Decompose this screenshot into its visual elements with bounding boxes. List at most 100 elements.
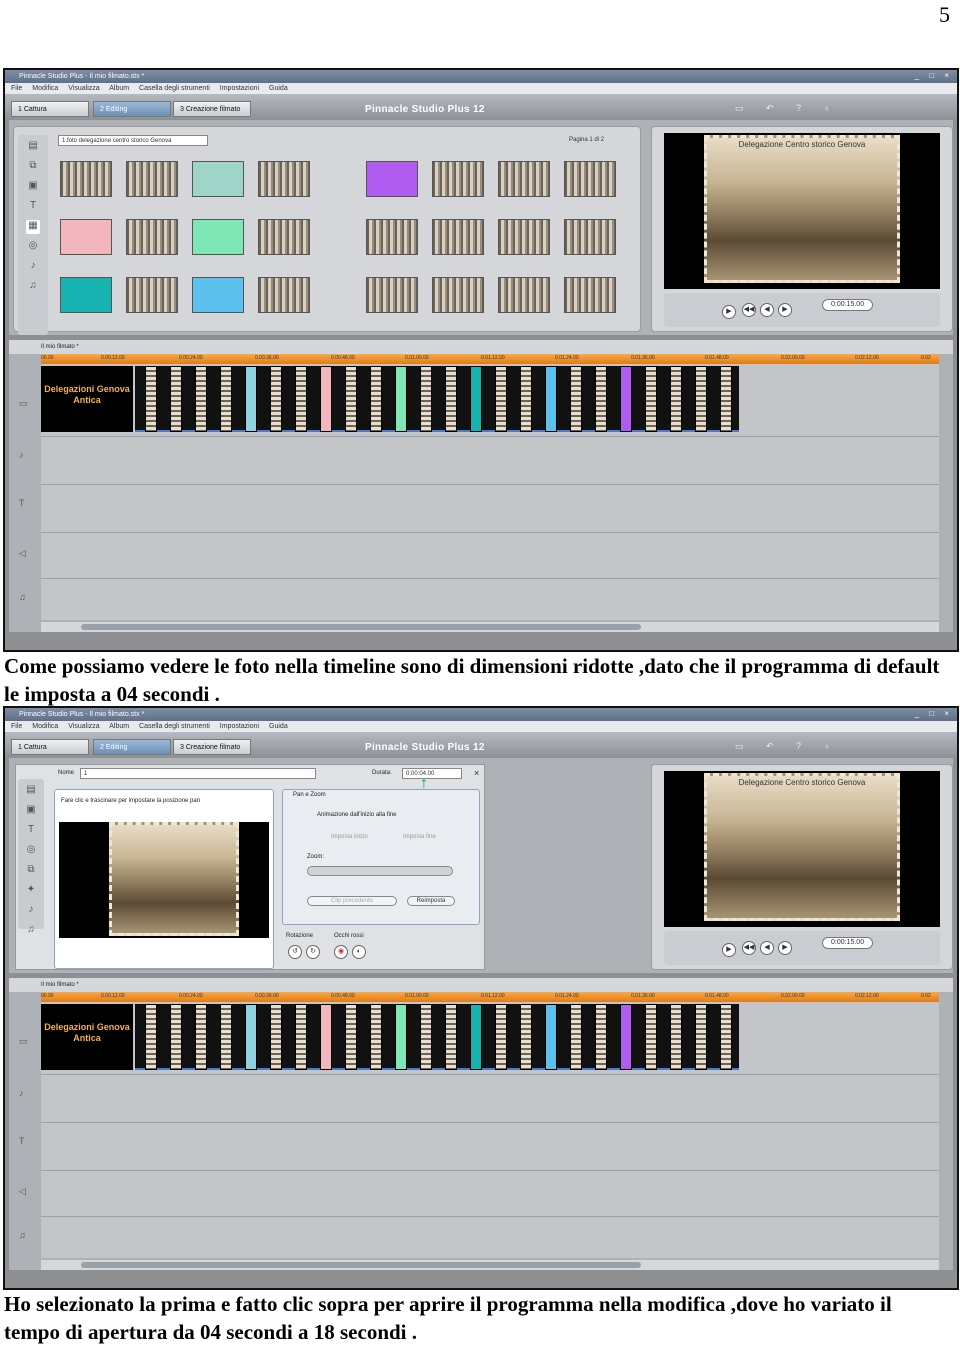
rewind-icon[interactable]: ◀◀ [742,303,756,317]
album-thumb[interactable] [60,161,112,197]
transition-icon[interactable]: ⧉ [26,160,40,174]
timecode-display[interactable]: 0:00:15.00 [822,299,874,311]
timeline-photo-clip[interactable] [145,1004,157,1070]
menu-impostazioni[interactable]: Impostazioni [220,85,259,92]
timeline-photo-clip[interactable] [520,1004,532,1070]
tab-creazione[interactable]: 3 Creazione filmato [173,101,251,117]
timecode-display[interactable]: 0:00:15.00 [822,937,874,949]
photo-clip-strip[interactable] [135,366,739,432]
rewind-icon[interactable]: ◀◀ [742,941,756,955]
tab-cattura[interactable]: 1 Cattura [11,101,89,117]
video-icon[interactable]: ▤ [24,784,38,798]
timeline-photo-clip[interactable] [620,366,632,432]
rotate-left-icon[interactable]: ↺ [288,945,302,959]
timeline-photo-clip[interactable] [595,366,607,432]
timeline-photo-clip[interactable] [295,1004,307,1070]
album-thumb[interactable] [60,219,112,255]
menu-modifica[interactable]: Modifica [32,723,58,730]
timeline-photo-clip[interactable] [345,366,357,432]
timeline-photo-clip[interactable] [320,366,332,432]
timeline-photo-clip[interactable] [495,1004,507,1070]
title-track-icon[interactable]: T [19,1136,25,1146]
set-start-radio[interactable]: Imposta inizio [331,834,368,840]
title-clip[interactable]: Delegazioni Genova Antica [41,366,133,432]
duration-field[interactable]: 0:00:04.00 [402,768,462,779]
timeline-photo-clip[interactable] [220,366,232,432]
tab-editing[interactable]: 2 Editing [93,739,171,755]
timeline-photo-clip[interactable] [145,366,157,432]
effect-icon[interactable]: ✦ [24,884,38,898]
play-icon[interactable]: ▶ [722,305,736,319]
timeline-photo-clip[interactable] [670,1004,682,1070]
album-thumb[interactable] [192,277,244,313]
rotate-right-icon[interactable]: ↻ [306,945,320,959]
sound-icon[interactable]: ♪ [24,904,38,918]
window-controls[interactable]: _ □ × [915,71,953,80]
music-track-icon[interactable]: ♫ [19,1230,26,1240]
timeline-photo-clip[interactable] [620,1004,632,1070]
album-thumb[interactable] [366,277,418,313]
album-thumb[interactable] [60,277,112,313]
pan-canvas[interactable]: Fare clic e trascinare per impostare la … [54,789,274,969]
timeline-photo-clip[interactable] [645,366,657,432]
reset-button[interactable]: Reimposta [407,896,455,906]
image-icon[interactable]: ▣ [24,804,38,818]
set-end-radio[interactable]: Imposta fine [403,834,436,840]
timeline-photo-clip[interactable] [695,366,707,432]
timeline-scrollbar[interactable] [41,622,939,632]
animate-checkbox-label[interactable]: Animazione dall'inizio alla fine [317,812,397,818]
toolbar-icons[interactable]: ▭ ↶ ? ♁ [735,103,840,114]
prev-clip-button[interactable]: Clip precedente [307,896,397,906]
menu-visualizza[interactable]: Visualizza [68,85,99,92]
album-thumb[interactable] [366,161,418,197]
timeline-photo-clip[interactable] [445,366,457,432]
album-thumb[interactable] [432,219,484,255]
timeline-photo-clip[interactable] [370,1004,382,1070]
album-thumb[interactable] [126,161,178,197]
menu-file[interactable]: File [11,85,22,92]
audio-track-icon[interactable]: ♪ [19,450,24,460]
timeline-photo-clip[interactable] [670,366,682,432]
menu-impostazioni[interactable]: Impostazioni [220,723,259,730]
transition-icon[interactable]: ⧉ [24,864,38,878]
menu-guida[interactable]: Guida [269,723,288,730]
toolbar-icons[interactable]: ▭ ↶ ? ♁ [735,741,840,752]
tab-editing[interactable]: 2 Editing [93,101,171,117]
album-thumb[interactable] [126,277,178,313]
sound-track-icon[interactable]: ◁ [19,1186,26,1197]
timeline-photo-clip[interactable] [720,366,732,432]
timeline-photo-clip[interactable] [195,1004,207,1070]
album-thumb[interactable] [564,161,616,197]
timeline-photo-clip[interactable] [570,1004,582,1070]
timeline-photo-clip[interactable] [320,1004,332,1070]
close-icon[interactable]: × [474,768,479,778]
timeline-photo-clip[interactable] [695,1004,707,1070]
step-back-icon[interactable]: ◀ [760,941,774,955]
tab-creazione[interactable]: 3 Creazione filmato [173,739,251,755]
menu-strumenti[interactable]: Casella degli strumenti [139,723,210,730]
sound-icon[interactable]: ♪ [26,260,40,274]
step-forward-icon[interactable]: ▶ [778,303,792,317]
album-thumb[interactable] [366,219,418,255]
photo-clip-strip[interactable] [135,1004,739,1070]
video-track-icon[interactable]: ▭ [19,1036,28,1047]
timeline-photo-clip[interactable] [395,366,407,432]
timeline-photo-clip[interactable] [270,1004,282,1070]
photo-icon[interactable]: ▦ [26,220,40,234]
timeline-photo-clip[interactable] [370,366,382,432]
red-eye-icon[interactable]: ◉ [334,945,348,959]
album-folder-select[interactable]: 1.foto delegazione centro storico Genova [58,135,208,146]
timeline-photo-clip[interactable] [545,1004,557,1070]
timeline-photo-clip[interactable] [170,1004,182,1070]
album-thumb[interactable] [498,219,550,255]
timeline-tracks[interactable]: Delegazioni Genova Antica [41,1002,939,1258]
timeline-photo-clip[interactable] [545,366,557,432]
timeline-photo-clip[interactable] [170,366,182,432]
timeline-photo-clip[interactable] [570,366,582,432]
timeline-photo-clip[interactable] [420,366,432,432]
timeline-scrollbar[interactable] [41,1260,939,1270]
sound-track-icon[interactable]: ◁ [19,548,26,559]
timeline-photo-clip[interactable] [495,366,507,432]
red-eye-reset-icon[interactable]: ◐ [352,945,366,959]
album-thumb[interactable] [126,219,178,255]
